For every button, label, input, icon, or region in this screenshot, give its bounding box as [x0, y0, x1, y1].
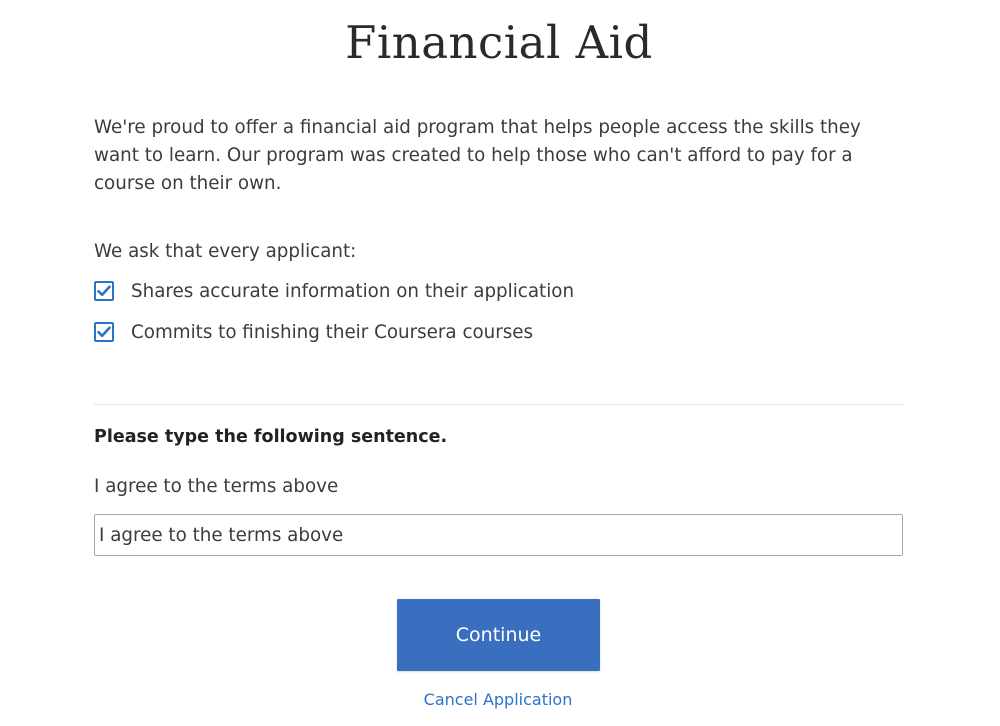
cancel-application-link[interactable]: Cancel Application [0, 690, 996, 709]
checkbox-accurate-info[interactable] [94, 281, 114, 301]
agreement-prompt: Please type the following sentence. [94, 427, 448, 447]
intro-text: We're proud to offer a financial aid pro… [94, 117, 861, 194]
page-title: Financial Aid [345, 16, 653, 69]
section-divider [94, 404, 903, 405]
agreement-input[interactable] [94, 514, 903, 556]
checkmark-icon [97, 285, 111, 297]
continue-button[interactable]: Continue [397, 599, 600, 671]
requirements-heading: We ask that every applicant: [94, 241, 357, 262]
requirement-commit-finish[interactable]: Commits to finishing their Coursera cour… [94, 318, 533, 346]
checkmark-icon [97, 326, 111, 338]
checkbox-commit-finish[interactable] [94, 322, 114, 342]
requirement-label: Shares accurate information on their app… [131, 280, 575, 302]
requirement-accurate-info[interactable]: Shares accurate information on their app… [94, 277, 574, 305]
requirement-label: Commits to finishing their Coursera cour… [131, 321, 534, 343]
agreement-sentence: I agree to the terms above [94, 476, 339, 497]
